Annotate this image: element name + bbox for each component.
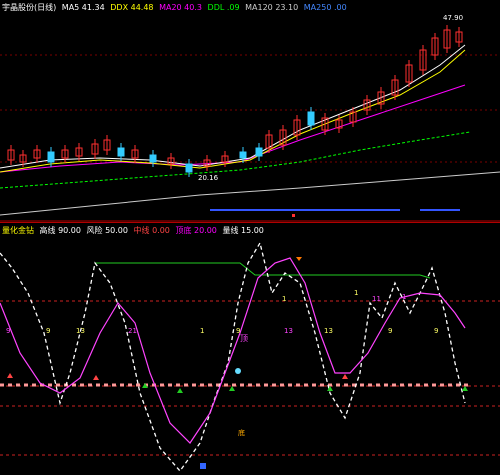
- indicator-number-label: 13: [324, 327, 333, 335]
- legend-ma250: MA250 .00: [303, 3, 347, 12]
- legend-ddl: DDL .09: [207, 3, 240, 12]
- candle-body: [255, 147, 263, 157]
- indicator-number-label: 1: [354, 289, 358, 297]
- indicator-number-label: 13: [76, 327, 85, 335]
- price-chart-canvas[interactable]: [0, 0, 500, 222]
- indicator-title: 量化金钻: [2, 226, 34, 235]
- legend-highline: 高线 90.00: [39, 226, 81, 235]
- candle-body: [47, 151, 55, 163]
- bottom-signal-label: 底: [238, 428, 245, 437]
- candle-body: [239, 151, 247, 159]
- indicator-pane[interactable]: 9 9 13 21 1 9 13 13 9 11 1 1 1 9 顶底 量化金钻 高线 90.00 风险 5…: [0, 222, 500, 474]
- indicator-number-label: 9: [6, 327, 10, 335]
- legend-risk: 风险 50.00: [86, 226, 128, 235]
- indicator-number-label: 9: [46, 327, 50, 335]
- legend-ma20: MA20 40.3: [159, 3, 202, 12]
- candle-body: [307, 111, 315, 126]
- diamond-signal-icon: [235, 368, 241, 374]
- legend-midline: 中线 0.00: [133, 226, 170, 235]
- candle-body: [117, 147, 125, 157]
- signal-arrow-icon: [229, 386, 235, 391]
- oscillator-white: [0, 241, 466, 473]
- low-price-label: 20.16: [198, 174, 219, 182]
- candle-body: [185, 163, 193, 173]
- signal-arrow-icon: [93, 375, 99, 380]
- peak-arrow-icon: [296, 257, 302, 261]
- stock-title: 宇晶股份(日线): [2, 3, 57, 12]
- indicator-number-label: 1: [200, 327, 204, 335]
- oscillator-magenta: [0, 257, 466, 444]
- indicator-number-label: 11: [372, 295, 381, 303]
- legend-ma120: MA120 23.10: [245, 3, 299, 12]
- ddx-line: [0, 49, 466, 173]
- indicator-number-label: 9: [388, 327, 392, 335]
- indicator-number-label: 1: [402, 293, 406, 301]
- ma5-line: [0, 44, 466, 169]
- indicator-number-label: 1: [282, 295, 286, 303]
- legend-ma5: MA5 41.34: [61, 3, 105, 12]
- signal-arrow-icon: [342, 374, 348, 379]
- price-legend: 宇晶股份(日线) MA5 41.34 DDX 44.48 MA20 40.3 D…: [2, 2, 350, 13]
- signal-arrow-icon: [462, 386, 468, 391]
- indicator-canvas[interactable]: 9 9 13 21 1 9 13 13 91111 19顶底: [0, 223, 500, 475]
- bottom-square-icon: [200, 463, 206, 469]
- signal-arrow-icon: [7, 373, 13, 378]
- ma250-line: [0, 171, 500, 216]
- small-marker: [292, 214, 295, 217]
- candle-body: [149, 154, 157, 163]
- indicator-legend: 量化金钻 高线 90.00 风险 50.00 中线 0.00 顶底 20.00 …: [2, 225, 267, 236]
- risk-line: [95, 262, 431, 279]
- legend-topbottom: 顶底 20.00: [175, 226, 217, 235]
- indicator-number-label: 13: [284, 327, 293, 335]
- price-chart-pane[interactable]: 宇晶股份(日线) MA5 41.34 DDX 44.48 MA20 40.3 D…: [0, 0, 500, 222]
- legend-ddx: DDX 44.48: [110, 3, 154, 12]
- signal-arrow-icon: [177, 388, 183, 393]
- indicator-number-label: 21: [128, 327, 137, 335]
- legend-volume: 量线 15.00: [222, 226, 264, 235]
- indicator-number-label: 9: [434, 327, 438, 335]
- high-price-label: 47.90: [443, 14, 464, 22]
- top-signal-label: 顶: [240, 334, 248, 343]
